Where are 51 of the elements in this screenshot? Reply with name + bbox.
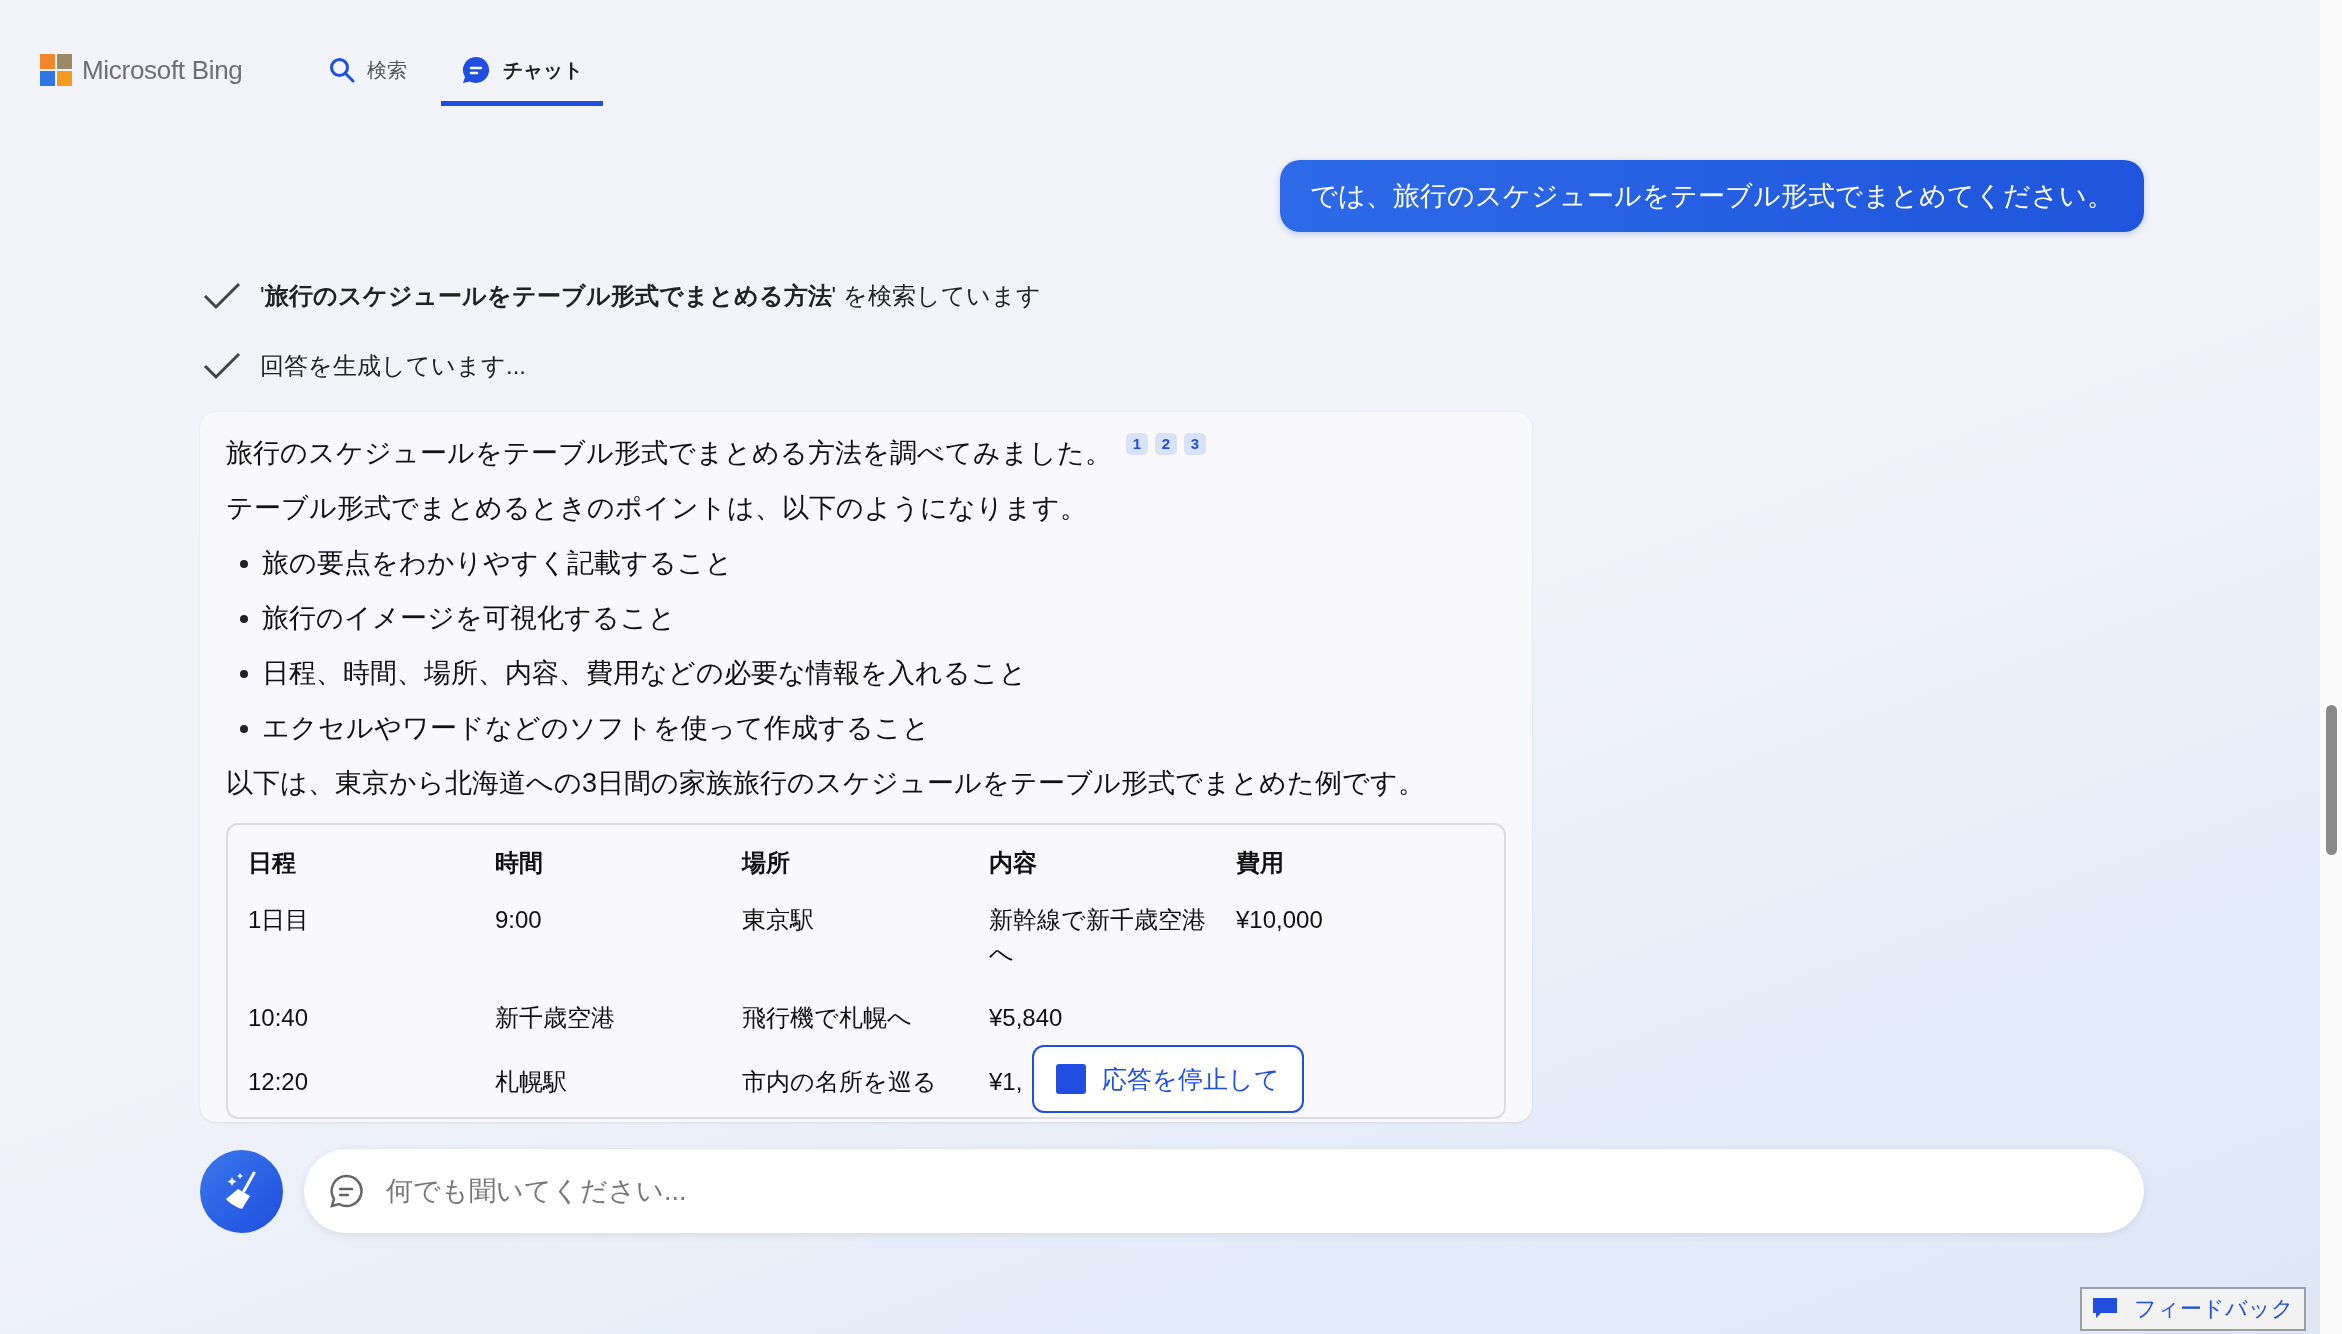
table-cell-text: ¥5,840 — [989, 1003, 1063, 1033]
chat-bubble-icon — [328, 1173, 364, 1209]
logo-text: Microsoft Bing — [82, 54, 243, 86]
answer-text: 以下は、東京から北海道への3日間の家族旅行のスケジュールをテーブル形式でまとめた例です。 — [226, 767, 1427, 800]
table-cell-text: 9:00 — [495, 905, 542, 935]
list-item-text: 日程、時間、場所、内容、費用などの必要な情報を入れること — [262, 657, 1027, 690]
feedback-button[interactable]: フィードバック — [2080, 1287, 2306, 1331]
table-cell-text: 新千歳空港 — [495, 1003, 615, 1033]
answer-text: テーブル形式でまとめるときのポイントは、以下のようになります。 — [226, 492, 1088, 525]
answer-text: 旅行のスケジュールをテーブル形式でまとめる方法を調べてみました。 — [226, 437, 1112, 470]
stop-response-button[interactable]: 応答を停止して — [1032, 1045, 1304, 1113]
bullet-icon — [240, 614, 248, 623]
citation-link[interactable]: 2 — [1155, 432, 1177, 455]
comment-icon — [2092, 1297, 2118, 1321]
table-cell-text: 札幌駅 — [495, 1067, 567, 1097]
progress-text: '旅行のスケジュールをテーブル形式でまとめる方法' を検索しています — [260, 281, 1041, 311]
list-item-text: 旅の要点をわかりやすく記載すること — [262, 547, 733, 580]
citation-link[interactable]: 1 — [1126, 432, 1148, 455]
column-header: 内容 — [989, 848, 1038, 878]
table-cell-text: 1日目 — [248, 905, 310, 935]
column-header: 日程 — [248, 848, 297, 878]
logo-icon — [40, 54, 72, 86]
bullet-icon — [240, 724, 248, 733]
table-cell-text: ¥10,000 — [1236, 905, 1323, 935]
citation-link[interactable]: 3 — [1184, 432, 1206, 455]
list-item-text: エクセルやワードなどのソフトを使って作成すること — [262, 712, 930, 745]
list-item-text: 旅行のイメージを可視化すること — [262, 602, 676, 635]
chat-input-box[interactable]: 何でも聞いてください... — [304, 1149, 2144, 1233]
table-cell-text: 東京駅 — [742, 905, 814, 935]
checkmark-icon — [202, 351, 242, 381]
table-cell-text: 新幹線で新千歳空港へ — [989, 905, 1207, 969]
chat-bubble-icon — [460, 55, 491, 85]
column-header: 場所 — [742, 848, 791, 878]
bullet-icon — [240, 559, 248, 568]
scrollbar-thumb[interactable] — [2326, 705, 2337, 855]
nav-tab[interactable]: チャット — [440, 34, 603, 106]
column-header: 費用 — [1236, 848, 1285, 878]
table-cell-text: 12:20 — [248, 1067, 309, 1097]
progress-text: 回答を生成しています... — [260, 351, 526, 381]
table-cell-text: 10:40 — [248, 1003, 309, 1033]
table-cell-text: 市内の名所を巡る — [742, 1067, 937, 1097]
column-header: 時間 — [495, 848, 544, 878]
checkmark-icon — [202, 281, 242, 311]
table-cell-text: 飛行機で札幌へ — [742, 1003, 912, 1033]
nav-tab[interactable]: 検索 — [308, 34, 427, 106]
bullet-icon — [240, 669, 248, 678]
search-icon — [328, 57, 355, 83]
table-cell-text: ¥1, — [989, 1067, 1023, 1097]
user-message: では、旅行のスケジュールをテーブル形式でまとめてください。 — [1280, 160, 2144, 232]
stop-icon — [1056, 1064, 1086, 1094]
chat-input-field[interactable]: 何でも聞いてください... — [384, 1174, 2120, 1208]
